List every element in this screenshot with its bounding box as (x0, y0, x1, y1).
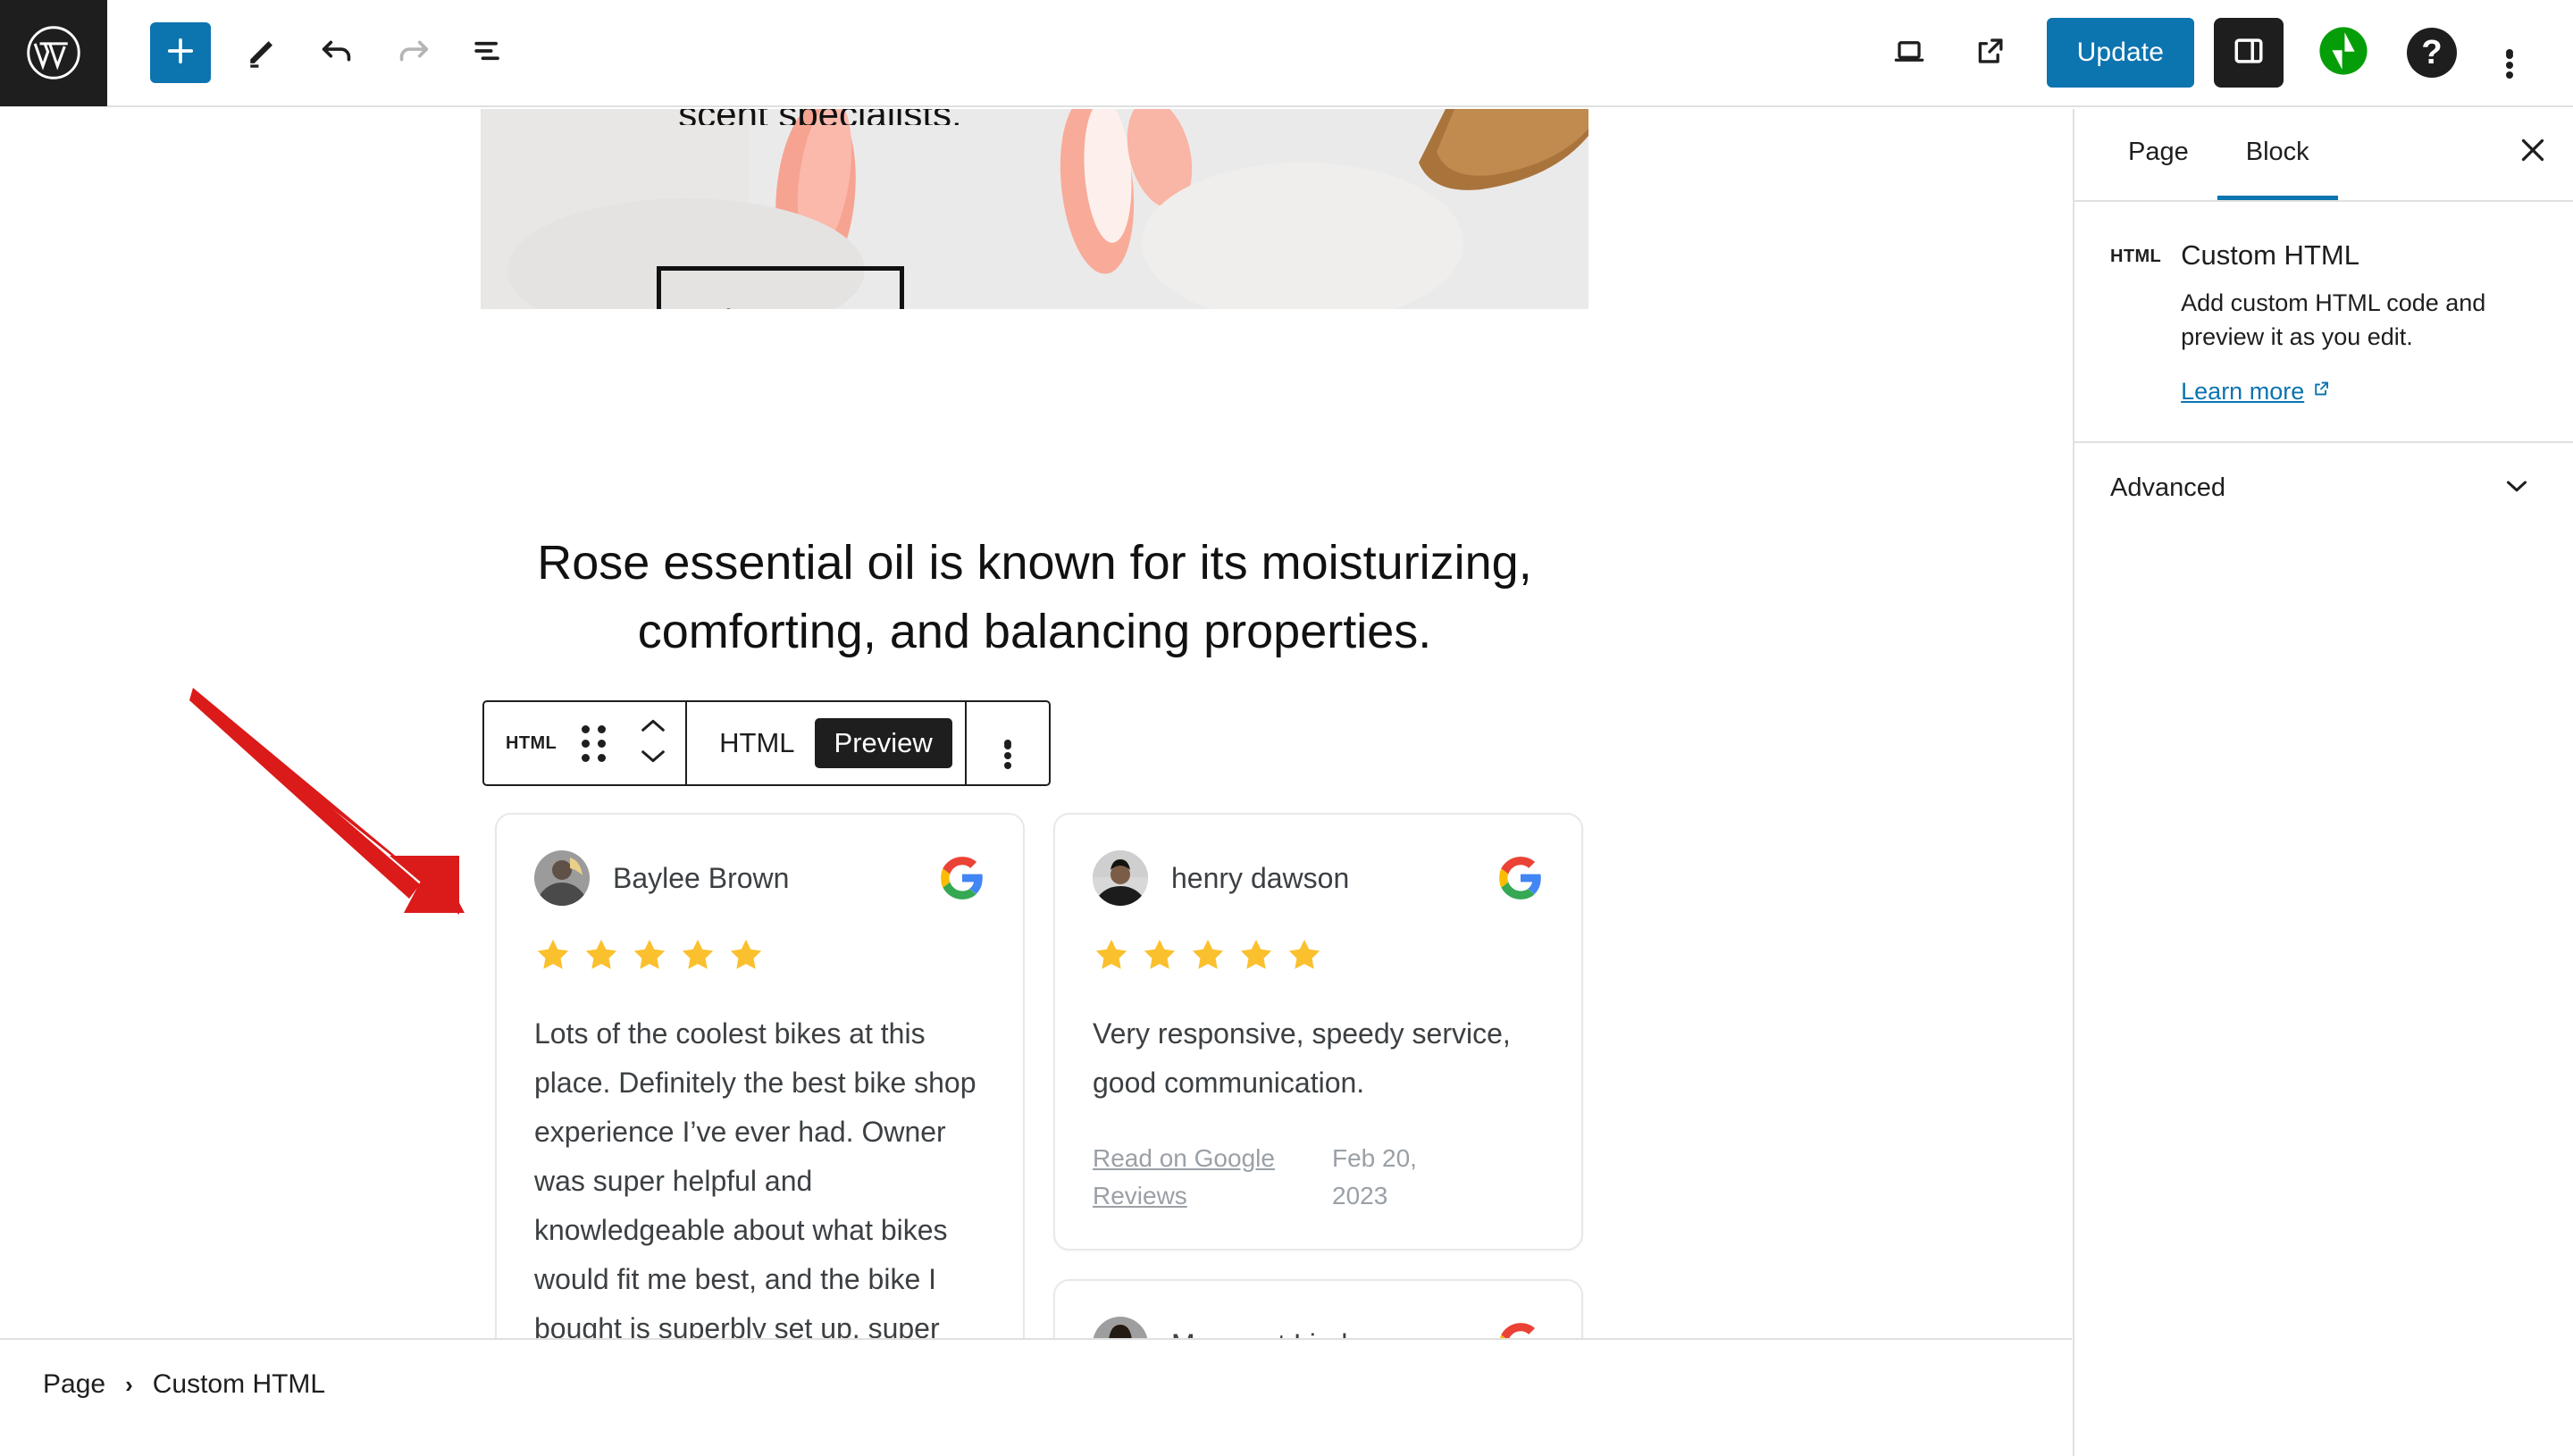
three-dots-vertical-icon (1003, 740, 1011, 769)
block-options-button[interactable] (967, 702, 1049, 784)
block-type-badge: HTML (2110, 247, 2162, 266)
reviews-column-right: henry dawson Very responsive, speedy ser… (1053, 813, 1583, 1429)
tab-block[interactable]: Block (2217, 109, 2338, 200)
jetpack-button[interactable] (2317, 25, 2369, 81)
toolbar-right-group: Update ? (1872, 15, 2573, 90)
chevron-down-icon (2500, 469, 2534, 507)
view-site-button[interactable] (1952, 15, 2027, 90)
hero-banner-block[interactable]: scent specialists. Shop Now (481, 109, 1588, 309)
star-icon (534, 936, 572, 974)
list-view-icon (468, 31, 507, 75)
review-card[interactable]: Baylee Brown Lots of the coolest bikes a… (495, 813, 1025, 1429)
list-view-button[interactable] (450, 15, 525, 90)
edit-tool-button[interactable] (225, 15, 300, 90)
block-move-buttons[interactable] (621, 716, 685, 770)
editor-canvas: scent specialists. Shop Now Rose essenti… (0, 109, 2072, 1429)
device-preview-button[interactable] (1872, 15, 1947, 90)
avatar (534, 850, 590, 906)
redo-icon (392, 30, 433, 76)
avatar (1093, 850, 1148, 906)
add-block-button[interactable] (150, 22, 211, 83)
reviews-column-left: Baylee Brown Lots of the coolest bikes a… (495, 813, 1025, 1429)
breadcrumb-separator: › (125, 1370, 133, 1398)
block-info-card: HTML Custom HTML Add custom HTML code an… (2074, 202, 2573, 441)
block-toolbar-move-group: HTML (484, 702, 685, 784)
editor-top-toolbar: Update ? (0, 0, 2573, 107)
redo-button[interactable] (375, 15, 450, 90)
star-icon (1237, 936, 1275, 974)
block-toolbar: HTML HTML Preview (482, 700, 1051, 786)
undo-icon (317, 30, 358, 76)
breadcrumb-item-page[interactable]: Page (43, 1369, 105, 1400)
breadcrumb-item-custom-html[interactable]: Custom HTML (153, 1369, 325, 1400)
update-button[interactable]: Update (2046, 18, 2194, 88)
page-heading[interactable]: Rose essential oil is known for its mois… (481, 529, 1588, 665)
review-footer: Read on Google Reviews Feb 20, 2023 (1093, 1140, 1544, 1215)
review-header: Baylee Brown (534, 850, 985, 906)
panel-advanced[interactable]: Advanced (2074, 440, 2573, 534)
star-icon (1141, 936, 1178, 974)
toggle-html-button[interactable]: HTML (700, 718, 814, 768)
review-header: henry dawson (1093, 850, 1544, 906)
wordpress-logo-icon (25, 24, 82, 81)
close-icon (2514, 131, 2552, 178)
settings-sidebar-toggle-button[interactable] (2214, 18, 2284, 88)
review-date: Feb 20, 2023 (1332, 1144, 1417, 1210)
html-preview-toggle-group: HTML Preview (687, 702, 965, 784)
external-link-icon (2310, 378, 2332, 406)
shop-now-button[interactable]: Shop Now (657, 266, 904, 309)
review-card[interactable]: henry dawson Very responsive, speedy ser… (1053, 813, 1583, 1251)
star-icon (1093, 936, 1130, 974)
google-g-icon (939, 855, 985, 901)
toggle-preview-button[interactable]: Preview (814, 718, 952, 768)
jetpack-icon (2317, 25, 2369, 81)
editor-options-button[interactable] (2478, 18, 2541, 88)
breadcrumb: Page › Custom HTML (0, 1338, 2072, 1429)
tab-page[interactable]: Page (2099, 109, 2217, 200)
star-icon (727, 936, 765, 974)
close-sidebar-button[interactable] (2493, 109, 2573, 200)
star-icon (582, 936, 620, 974)
help-button[interactable]: ? (2407, 28, 2457, 78)
learn-more-link[interactable]: Learn more (2181, 378, 2332, 406)
wordpress-logo-button[interactable] (0, 0, 107, 106)
chevron-down-icon[interactable] (638, 746, 668, 770)
sidebar-tabs: Page Block (2074, 109, 2573, 202)
plus-icon (162, 32, 199, 74)
three-dots-vertical-icon (2506, 49, 2513, 79)
block-title: Custom HTML (2181, 239, 2359, 271)
hero-subtitle-cutoff: scent specialists. (481, 109, 1160, 125)
desktop-view-icon (1890, 31, 1929, 75)
star-rating (1093, 936, 1544, 974)
star-rating (534, 936, 985, 974)
review-author: Baylee Brown (613, 861, 790, 894)
undo-button[interactable] (300, 15, 375, 90)
hero-background-image (481, 109, 1588, 309)
drag-handle-icon[interactable] (566, 724, 621, 762)
read-on-google-link[interactable]: Read on Google Reviews (1093, 1140, 1316, 1215)
star-icon (1286, 936, 1323, 974)
learn-more-label: Learn more (2181, 377, 2305, 405)
google-reviews-grid: Baylee Brown Lots of the coolest bikes a… (495, 813, 1583, 1429)
review-text: Very responsive, speedy service, good co… (1093, 1017, 1511, 1100)
pencil-icon (243, 31, 282, 75)
block-info-text: Custom HTML Add custom HTML code and pre… (2181, 239, 2520, 406)
sidebar-toggle-icon (2229, 31, 2268, 75)
external-link-icon (1970, 31, 2009, 75)
review-author: henry dawson (1171, 861, 1350, 894)
star-icon (631, 936, 668, 974)
toolbar-left-group (107, 15, 525, 90)
block-description: Add custom HTML code and preview it as y… (2181, 289, 2486, 351)
block-type-button[interactable]: HTML (484, 733, 566, 754)
star-icon (679, 936, 717, 974)
chevron-up-icon[interactable] (638, 716, 668, 741)
star-icon (1189, 936, 1227, 974)
panel-advanced-label: Advanced (2110, 473, 2225, 503)
annotation-arrow (189, 688, 465, 915)
google-g-icon (1497, 855, 1544, 901)
settings-sidebar: Page Block HTML Custom HTML Add custom H… (2073, 109, 2573, 1456)
